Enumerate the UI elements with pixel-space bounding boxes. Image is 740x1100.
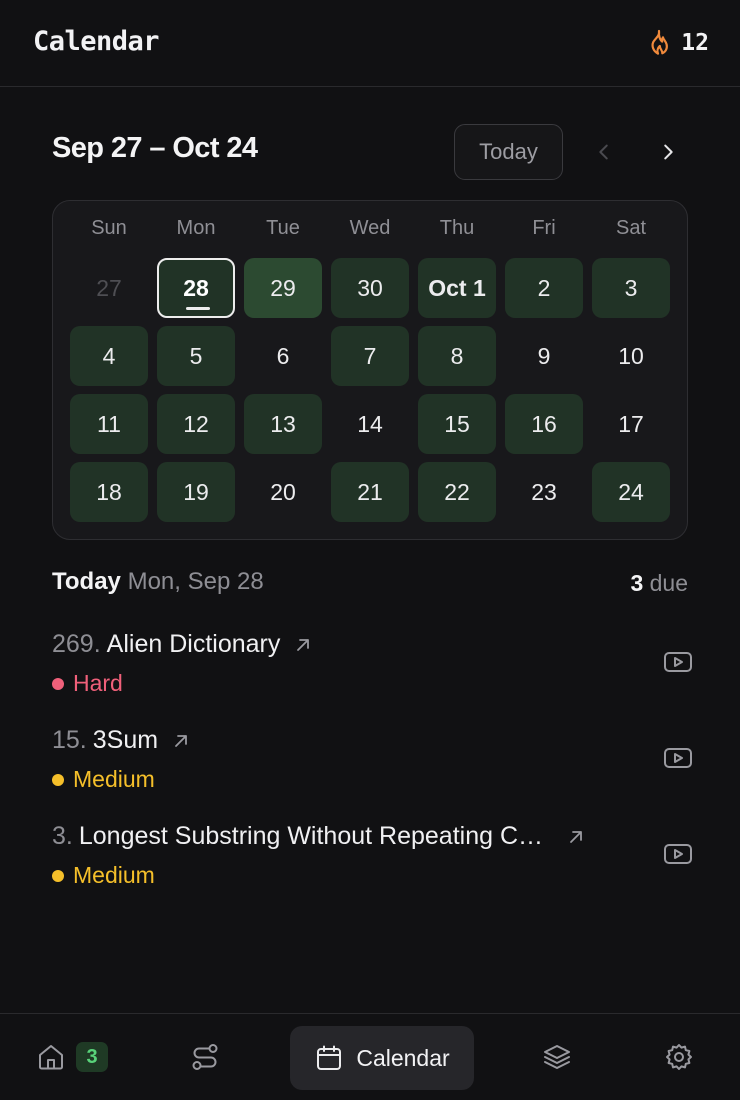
previous-range-button[interactable] xyxy=(589,137,619,167)
layers-icon xyxy=(544,1045,570,1069)
problem-item[interactable]: 269. Alien Dictionary Hard xyxy=(52,630,692,720)
chevron-right-icon xyxy=(664,144,673,160)
weekday-header-tue: Tue xyxy=(266,217,300,239)
home-due-badge: 3 xyxy=(76,1042,108,1072)
due-count-label: due xyxy=(649,570,688,596)
weekday-header-thu: Thu xyxy=(439,217,475,239)
today-label: Today xyxy=(52,568,121,595)
weekday-header-fri: Fri xyxy=(532,217,556,239)
next-range-button[interactable] xyxy=(653,137,683,167)
difficulty-badge: Medium xyxy=(52,766,155,793)
video-button[interactable] xyxy=(662,742,694,774)
calendar-grid: Sun Mon Tue Wed Thu Fri Sat 27 28 29 30 Oct 1234567… xyxy=(52,200,688,540)
streak-count: 12 xyxy=(681,30,709,56)
calendar-icon xyxy=(317,1045,342,1070)
home-icon xyxy=(39,1045,63,1070)
problem-name: Alien Dictionary xyxy=(106,630,281,658)
nav-roadmap[interactable] xyxy=(190,1042,220,1072)
header: Calendar 12 xyxy=(0,0,740,87)
calendar-day[interactable]: 12 xyxy=(157,394,235,454)
external-link-icon[interactable] xyxy=(294,636,312,654)
date-range-title: Sep 27 – Oct 24 xyxy=(52,132,258,164)
calendar-day-selected[interactable]: 28 xyxy=(157,258,235,318)
weekday-header-wed: Wed xyxy=(349,217,391,239)
calendar-day[interactable]: 15 xyxy=(418,394,496,454)
bottom-navigation: 3 Calendar xyxy=(0,1013,740,1100)
external-link-icon[interactable] xyxy=(172,732,190,750)
video-icon xyxy=(664,748,692,768)
video-icon xyxy=(664,652,692,672)
difficulty-dot xyxy=(52,869,64,882)
calendar-day[interactable]: 10 xyxy=(592,326,670,386)
due-count: 3 due xyxy=(630,570,688,597)
flame-icon xyxy=(651,29,669,55)
difficulty-dot xyxy=(52,677,64,690)
calendar-day[interactable]: 3 xyxy=(592,258,670,318)
nav-home[interactable]: 3 xyxy=(36,1042,108,1072)
problem-item[interactable]: 15. 3Sum Medium xyxy=(52,726,692,816)
nav-calendar-label: Calendar xyxy=(356,1044,450,1071)
today-header: Today Mon, Sep 28 xyxy=(52,568,264,596)
difficulty-badge: Medium xyxy=(52,862,155,889)
difficulty-dot xyxy=(52,773,64,786)
problem-item[interactable]: 3. Longest Substring Without Repeating C… xyxy=(52,822,692,912)
streak-indicator[interactable]: 12 xyxy=(647,29,709,57)
calendar-day[interactable]: 29 xyxy=(244,258,322,318)
route-icon xyxy=(192,1044,218,1070)
calendar-day[interactable]: 16 xyxy=(505,394,583,454)
calendar-day[interactable]: 6 xyxy=(244,326,322,386)
calendar-day[interactable]: 19 xyxy=(157,462,235,522)
calendar-day[interactable]: 17 xyxy=(592,394,670,454)
due-count-number: 3 xyxy=(630,570,644,596)
problem-number: 269. xyxy=(52,630,101,658)
nav-calendar[interactable]: Calendar xyxy=(290,1026,474,1090)
calendar-day[interactable]: 23 xyxy=(505,462,583,522)
calendar-day[interactable]: 21 xyxy=(331,462,409,522)
video-button[interactable] xyxy=(662,646,694,678)
calendar-day[interactable]: 20 xyxy=(244,462,322,522)
weekday-header-sun: Sun xyxy=(91,217,127,239)
difficulty-badge: Hard xyxy=(52,670,123,697)
calendar-day[interactable]: 8 xyxy=(418,326,496,386)
calendar-day[interactable]: 5 xyxy=(157,326,235,386)
calendar-day[interactable]: 18 xyxy=(70,462,148,522)
problem-title[interactable]: 15. 3Sum xyxy=(52,726,190,755)
problem-title[interactable]: 3. Longest Substring Without Repeating C… xyxy=(52,822,585,851)
calendar-day[interactable]: 7 xyxy=(331,326,409,386)
weekday-header-sat: Sat xyxy=(615,217,647,239)
problem-number: 3. xyxy=(52,822,73,850)
problem-name: 3Sum xyxy=(92,726,159,754)
problem-name: Longest Substring Without Repeating C… xyxy=(78,822,544,850)
problem-title[interactable]: 269. Alien Dictionary xyxy=(52,630,312,659)
today-date: Mon, Sep 28 xyxy=(127,568,264,595)
gear-icon xyxy=(666,1044,692,1070)
calendar-day[interactable]: 22 xyxy=(418,462,496,522)
difficulty-label: Medium xyxy=(73,766,155,792)
calendar-day[interactable]: 13 xyxy=(244,394,322,454)
calendar-day[interactable]: 11 xyxy=(70,394,148,454)
calendar-day[interactable]: 27 xyxy=(70,258,148,318)
video-button[interactable] xyxy=(662,838,694,870)
difficulty-label: Medium xyxy=(73,862,155,888)
calendar-day[interactable]: 24 xyxy=(592,462,670,522)
video-icon xyxy=(664,844,692,864)
external-link-icon[interactable] xyxy=(567,828,585,846)
calendar-day[interactable]: 30 xyxy=(331,258,409,318)
calendar-day[interactable]: 14 xyxy=(331,394,409,454)
app-title: Calendar xyxy=(33,26,160,57)
calendar-day[interactable]: 9 xyxy=(505,326,583,386)
calendar-day[interactable]: Oct 1 xyxy=(418,258,496,318)
calendar-day[interactable]: 4 xyxy=(70,326,148,386)
today-button[interactable]: Today xyxy=(454,124,563,180)
calendar-day[interactable]: 2 xyxy=(505,258,583,318)
chevron-left-icon xyxy=(599,144,608,160)
difficulty-label: Hard xyxy=(73,670,123,696)
weekday-header-mon: Mon xyxy=(176,217,216,239)
nav-decks[interactable] xyxy=(542,1042,572,1072)
nav-settings[interactable] xyxy=(664,1042,694,1072)
problem-number: 15. xyxy=(52,726,87,754)
